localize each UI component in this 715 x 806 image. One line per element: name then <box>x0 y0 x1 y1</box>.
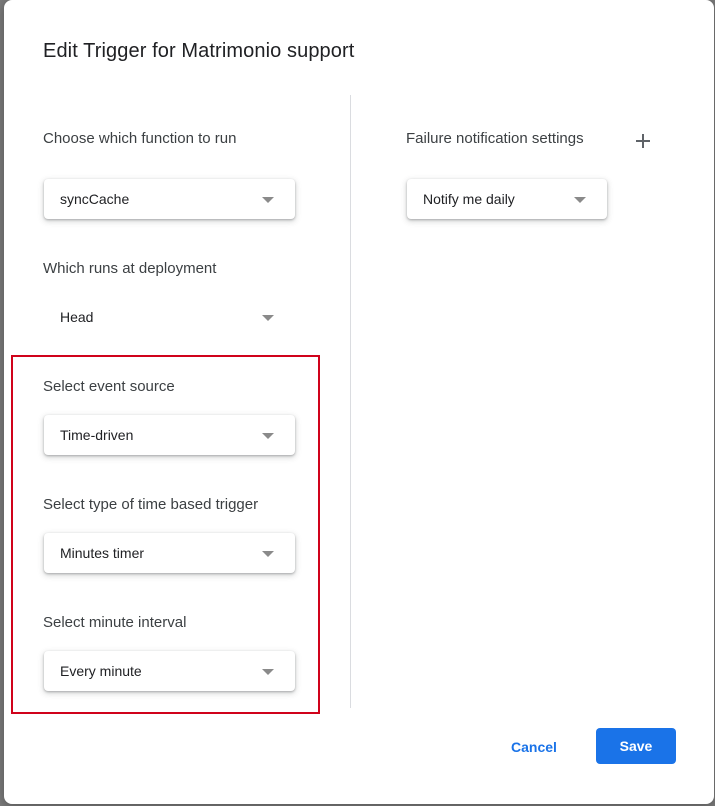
chevron-down-icon <box>574 197 586 203</box>
chevron-down-icon <box>262 315 274 321</box>
cancel-button[interactable]: Cancel <box>500 730 568 764</box>
failure-notification-select-value: Notify me daily <box>423 191 515 207</box>
chevron-down-icon <box>262 433 274 439</box>
edit-trigger-dialog: Edit Trigger for Matrimonio support Choo… <box>4 0 714 804</box>
chevron-down-icon <box>262 197 274 203</box>
trigger-type-select[interactable]: Minutes timer <box>44 533 295 573</box>
column-divider <box>350 95 351 708</box>
event-source-select[interactable]: Time-driven <box>44 415 295 455</box>
save-button[interactable]: Save <box>596 728 676 764</box>
deployment-label: Which runs at deployment <box>43 260 217 277</box>
failure-notification-select[interactable]: Notify me daily <box>407 179 607 219</box>
event-source-select-value: Time-driven <box>60 427 134 443</box>
function-select[interactable]: syncCache <box>44 179 295 219</box>
trigger-type-select-value: Minutes timer <box>60 545 145 561</box>
dialog-title: Edit Trigger for Matrimonio support <box>43 40 355 62</box>
interval-select[interactable]: Every minute <box>44 651 295 691</box>
interval-select-value: Every minute <box>60 663 142 679</box>
function-label: Choose which function to run <box>43 130 237 147</box>
interval-label: Select minute interval <box>43 614 187 631</box>
trigger-type-label: Select type of time based trigger <box>43 496 259 513</box>
event-source-label: Select event source <box>43 378 175 395</box>
deployment-select[interactable]: Head <box>44 297 295 337</box>
failure-notification-label: Failure notification settings <box>406 130 584 147</box>
chevron-down-icon <box>262 551 274 557</box>
deployment-select-value: Head <box>60 309 94 325</box>
function-select-value: syncCache <box>60 191 130 207</box>
chevron-down-icon <box>262 669 274 675</box>
plus-icon[interactable] <box>634 128 652 152</box>
